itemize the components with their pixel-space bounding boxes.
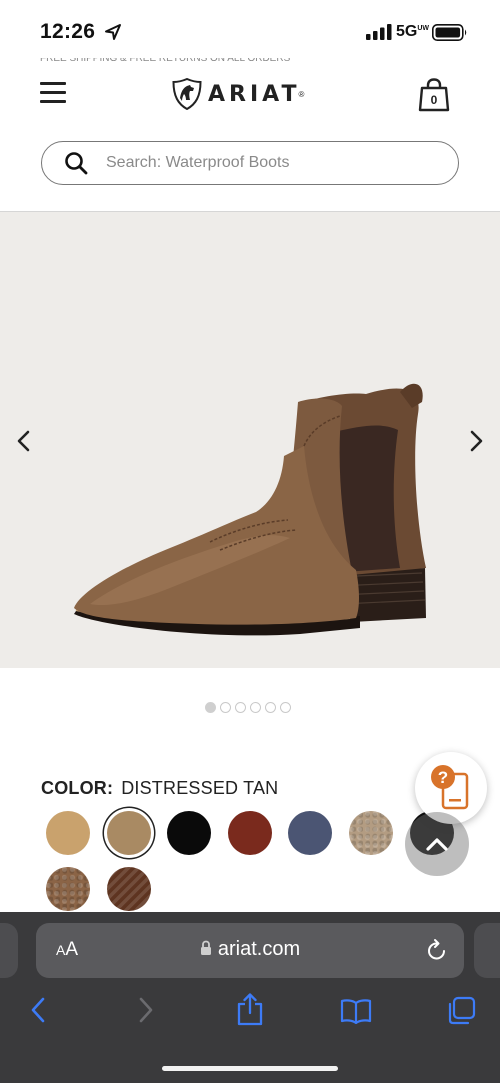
help-glyph: ?: [438, 768, 448, 787]
swatch-distressed-tan[interactable]: [107, 811, 151, 855]
address-bar[interactable]: AA ariat.com: [36, 923, 464, 978]
swatch-cork[interactable]: [46, 867, 90, 911]
previous-tab-peek[interactable]: [0, 923, 18, 978]
menu-icon-line: [40, 82, 66, 85]
logo-wordmark: ARIAT: [208, 81, 301, 107]
chevron-up-icon: [426, 838, 448, 851]
swatch-navy[interactable]: [288, 811, 332, 855]
status-time: 12:26: [40, 20, 96, 43]
swatch-light-tan[interactable]: [349, 811, 393, 855]
url-text: ariat.com: [217, 938, 301, 960]
home-indicator: [162, 1066, 338, 1071]
carousel-dot[interactable]: [205, 702, 216, 713]
reload-icon[interactable]: [426, 938, 448, 962]
tabs-icon[interactable]: [446, 996, 476, 1026]
swatch-1[interactable]: [46, 811, 90, 855]
site-header: FREE SHIPPING & FREE RETURNS ON ALL ORDE…: [0, 58, 500, 212]
signal-icon: [366, 24, 392, 40]
next-tab-peek[interactable]: [474, 923, 500, 978]
location-arrow-icon: [105, 24, 121, 40]
menu-icon-line: [40, 100, 66, 103]
swatch-dark-brown[interactable]: [107, 867, 151, 911]
carousel-dot[interactable]: [250, 702, 261, 713]
status-bar: 12:26 5GUW: [0, 0, 500, 60]
lock-icon: [200, 940, 211, 955]
carousel-dots: [205, 702, 291, 713]
back-to-top-button[interactable]: [405, 812, 469, 876]
previous-image-arrow-icon[interactable]: [16, 430, 32, 452]
carousel-dot[interactable]: [265, 702, 276, 713]
battery-icon: [432, 24, 467, 41]
url-display[interactable]: ariat.com: [36, 938, 464, 961]
search-input[interactable]: Search: Waterproof Boots: [106, 154, 290, 172]
cart-button[interactable]: 0: [418, 78, 450, 112]
color-label: COLOR:: [41, 778, 114, 798]
product-boot-image: [74, 383, 426, 636]
carousel-dot[interactable]: [280, 702, 291, 713]
trademark-symbol: ®: [298, 89, 305, 99]
menu-button[interactable]: [40, 82, 68, 104]
network-type: 5GUW: [396, 23, 430, 40]
safari-bottom-bar: AA ariat.com: [0, 912, 500, 1083]
carousel-dot[interactable]: [235, 702, 246, 713]
back-icon[interactable]: [28, 996, 48, 1024]
search-bar[interactable]: Search: Waterproof Boots: [41, 141, 459, 185]
cart-count: 0: [430, 93, 438, 107]
carousel-dot[interactable]: [220, 702, 231, 713]
swatch-black[interactable]: [167, 811, 211, 855]
forward-icon[interactable]: [136, 996, 156, 1024]
search-icon: [65, 152, 88, 175]
menu-icon-line: [40, 91, 66, 94]
selected-color-name: DISTRESSED TAN: [121, 778, 279, 798]
ariat-logo[interactable]: ARIAT ®: [172, 76, 304, 112]
horse-shield-icon: [172, 78, 202, 110]
swatch-red-brown[interactable]: [228, 811, 272, 855]
share-icon[interactable]: [236, 992, 264, 1026]
next-image-arrow-icon[interactable]: [468, 430, 484, 452]
promo-strip[interactable]: FREE SHIPPING & FREE RETURNS ON ALL ORDE…: [40, 58, 460, 64]
product-image-carousel[interactable]: [0, 212, 500, 668]
bookmarks-icon[interactable]: [340, 998, 372, 1024]
color-selector-label: COLOR: DISTRESSED TAN: [41, 778, 278, 799]
